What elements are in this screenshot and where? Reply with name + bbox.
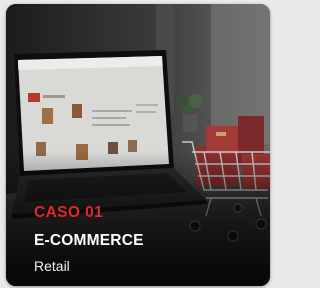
case-category: Retail: [34, 258, 70, 274]
case-number-label: CASO 01: [34, 204, 104, 221]
card-text-block: CASO 01 E-COMMERCE Retail: [34, 203, 144, 275]
case-title: E-COMMERCE: [34, 232, 144, 249]
case-study-card[interactable]: CASO 01 E-COMMERCE Retail: [6, 4, 270, 286]
